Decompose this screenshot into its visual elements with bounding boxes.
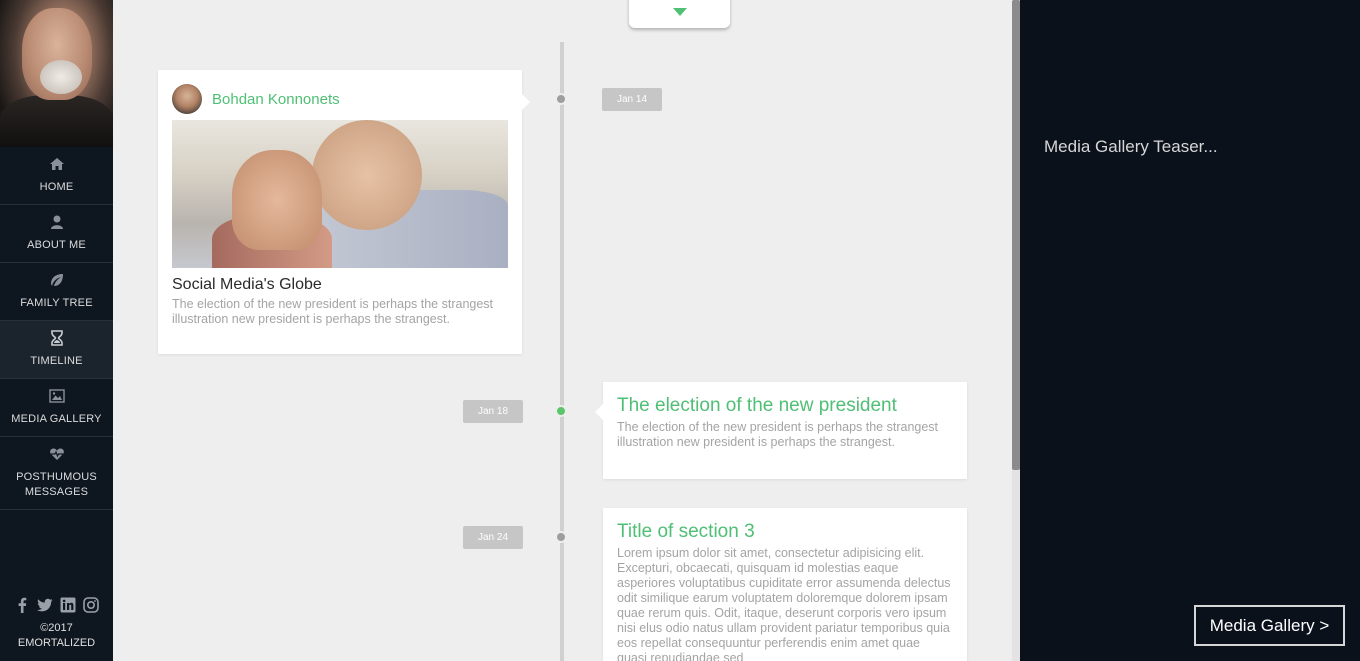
card-heading: The election of the new president: [617, 395, 897, 416]
timeline-card[interactable]: Bohdan Konnonets Social Media's Globe Th…: [158, 70, 530, 354]
card-title: Social Media's Globe: [172, 276, 322, 293]
right-panel: Media Gallery Teaser... Media Gallery >: [1020, 0, 1360, 661]
chevron-down-icon: [672, 8, 687, 16]
timeline-line: [560, 42, 564, 661]
card-text: Lorem ipsum dolor sit amet, consectetur …: [617, 546, 951, 661]
sidebar-item-about-me[interactable]: ABOUT ME: [0, 205, 113, 263]
sidebar-item-label: ABOUT ME: [27, 239, 86, 251]
post-image: [172, 120, 508, 268]
card-text: The election of the new president is per…: [172, 297, 494, 326]
sidebar-item-family-tree[interactable]: FAMILY TREE: [0, 263, 113, 321]
timeline-dot: [555, 93, 567, 105]
copyright-brand: EMORTALIZED: [17, 637, 96, 649]
sidebar-item-label: HOME: [39, 181, 74, 193]
linkedin-icon[interactable]: [60, 597, 76, 613]
card-text: The election of the new president is per…: [617, 420, 939, 449]
date-label: Jan 14: [602, 88, 662, 111]
timeline-dot: [555, 531, 567, 543]
twitter-icon[interactable]: [37, 597, 53, 613]
author-avatar: [172, 84, 202, 114]
media-gallery-button[interactable]: Media Gallery >: [1194, 605, 1345, 646]
sidebar-item-label: POSTHUMOUS MESSAGES: [16, 471, 97, 498]
timeline-card[interactable]: The election of the new president The el…: [595, 382, 967, 479]
sidebar-item-label: MEDIA GALLERY: [11, 413, 102, 425]
author-row: Bohdan Konnonets: [172, 84, 508, 114]
timeline-main: Jan 14 Bohdan Konnonets Social Media's G…: [113, 0, 1020, 661]
date-label: Jan 24: [463, 526, 523, 549]
collapse-toggle[interactable]: [629, 0, 730, 28]
leaf-icon: [50, 274, 63, 286]
profile-avatar: [0, 0, 113, 147]
heartbeat-icon: [49, 448, 64, 460]
user-icon: [50, 215, 63, 229]
social-links: [0, 597, 113, 613]
image-icon: [48, 389, 65, 403]
home-icon: [49, 158, 64, 170]
timeline-dot: [555, 405, 567, 417]
sidebar-item-home[interactable]: HOME: [0, 147, 113, 205]
media-gallery-teaser: Media Gallery Teaser...: [1044, 137, 1218, 156]
scrollbar-thumb[interactable]: [1012, 0, 1020, 470]
facebook-icon[interactable]: [14, 597, 30, 613]
sidebar-item-label: FAMILY TREE: [20, 297, 93, 309]
sidebar-item-timeline[interactable]: TIMELINE: [0, 321, 113, 379]
date-label: Jan 18: [463, 400, 523, 423]
instagram-icon[interactable]: [83, 597, 99, 613]
author-name[interactable]: Bohdan Konnonets: [212, 91, 340, 108]
hourglass-icon: [50, 330, 63, 346]
sidebar: HOME ABOUT ME FAMILY TREE TIMELINE MEDIA…: [0, 0, 113, 661]
card-heading: Title of section 3: [617, 521, 755, 542]
sidebar-footer: ©2017 EMORTALIZED: [0, 597, 113, 651]
sidebar-item-media-gallery[interactable]: MEDIA GALLERY: [0, 379, 113, 437]
sidebar-item-posthumous-messages[interactable]: POSTHUMOUS MESSAGES: [0, 437, 113, 510]
copyright-year: ©2017: [40, 622, 73, 634]
sidebar-item-label: TIMELINE: [30, 355, 83, 367]
timeline-card[interactable]: Title of section 3 Lorem ipsum dolor sit…: [603, 508, 967, 661]
